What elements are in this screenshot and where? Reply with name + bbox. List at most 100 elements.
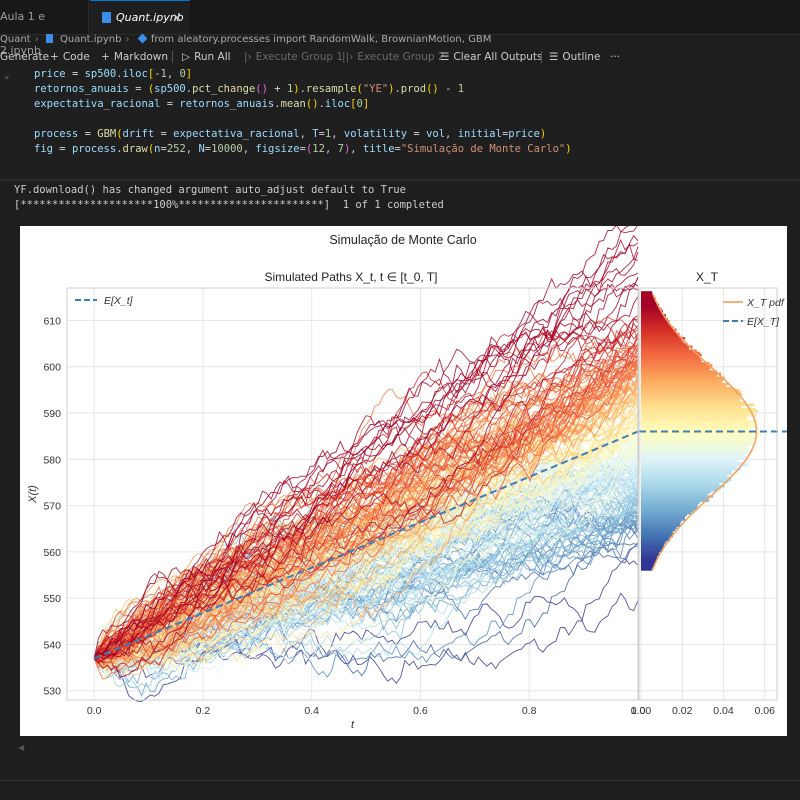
run-all-icon: ▷ [182,51,191,63]
histogram-bar [641,397,741,400]
figure-output[interactable]: Simulação de Monte Carlo Simulated Paths… [20,226,787,736]
histogram-bar [641,424,758,427]
tab-quant[interactable]: Quant.ipynb ✕ [90,0,190,34]
y-tick-label: 600 [43,362,61,374]
histogram-bar [641,318,668,321]
histogram-bar [641,295,655,298]
cell-divider [0,179,800,181]
histogram-bar [641,478,732,482]
collapse-chevron-icon[interactable]: ⌄ [4,71,9,81]
histogram-bar [641,299,656,302]
y-tick-label: 580 [43,454,61,466]
histogram-bar [641,495,714,498]
histogram-bar [641,512,692,515]
histogram-bar [641,347,689,350]
histogram-bar [641,362,710,365]
histogram-bar [641,410,759,413]
histogram-bar [641,557,657,561]
execute-group-1-button[interactable]: |› Execute Group 1 [244,47,343,67]
histogram-bar [641,385,727,388]
histogram-bar [641,339,682,342]
histogram-bar [641,372,722,375]
monte-carlo-figure: Simulação de Monte Carlo Simulated Paths… [27,226,787,731]
figure-suptitle: Simulação de Monte Carlo [329,233,476,247]
code-line: process = GBM(drift = expectativa_racion… [34,128,547,140]
close-icon[interactable]: ✕ [172,1,182,35]
run-all-button[interactable]: ▷ Run All [182,47,231,67]
generate-label: Generate [0,51,50,63]
breadcrumb-symbol[interactable]: from aleatory.processes import RandomWal… [151,34,491,45]
output-text-line: YF.download() has changed argument auto_… [14,184,406,196]
histogram-bar [641,420,758,423]
breadcrumb-file[interactable]: Quant.ipynb [60,34,122,45]
histogram-bar [641,441,755,444]
tab-aula[interactable]: Aula 1 e 2.ipynb [0,0,89,57]
histogram-bar [641,355,700,359]
simulated-paths [93,226,639,702]
legend-pdf-label: X_T pdf [746,297,785,309]
histogram-bar [641,312,662,315]
histogram-bar [641,491,711,494]
add-markdown-button[interactable]: + Markdown [101,47,168,67]
histogram-bar [641,405,742,409]
notebook-icon [102,12,111,23]
y-axis-label: X(t) [27,485,39,504]
histogram-bar [641,349,697,352]
add-code-button[interactable]: + Code [50,47,90,67]
more-actions-button[interactable]: ··· [610,47,620,67]
paths-panel-title: Simulated Paths X_t, t ∈ [t_0, T] [265,270,438,284]
generate-button[interactable]: Generate [0,47,49,67]
x-tick-label: 0.0 [87,705,102,717]
histogram-bar [641,566,654,569]
panel-divider [0,780,800,781]
execute-group-2-button[interactable]: ||› Execute Group 2 [342,47,445,67]
histogram-bar [641,368,710,371]
histogram-bar [641,564,655,567]
histogram-bar [641,537,670,540]
histogram-bar [641,326,674,330]
execute-group-icon: |› [244,51,252,63]
histogram-bar [641,305,660,309]
histogram-bar [641,314,666,317]
histogram-bar [641,453,745,457]
clear-all-outputs-button[interactable]: ☰ Clear All Outputs [440,47,543,67]
histogram-bar [641,447,748,450]
chevron-right-icon: › [125,34,130,45]
histogram-bar [641,380,722,384]
histogram-bar [641,370,718,373]
output-progress-line: [*********************100%**************… [14,199,444,211]
y-tick-label: 590 [43,408,61,420]
outline-icon: ☰ [549,51,559,63]
x-tick-label: 0.4 [304,705,319,717]
code-cell[interactable]: ⌄ price = sp500.iloc[-1, 0] retornos_anu… [0,67,800,179]
histogram-bar [641,524,682,527]
histogram-bar [641,466,738,469]
histogram-bar [641,345,693,348]
histogram-bar [641,360,702,363]
editor-tab-strip: Aula 1 e 2.ipynb Quant.ipynb ✕ [0,0,800,57]
histogram-bar [641,374,717,377]
histogram-bar [641,343,688,346]
histogram-bar [641,541,666,544]
histogram-bar [641,535,673,538]
histogram-bar [641,520,682,523]
histogram-bar [641,532,674,536]
histogram-bar [641,432,759,436]
histogram-bar [641,443,755,446]
run-all-label: Run All [194,51,231,63]
histogram-bar [641,324,672,327]
histogram-bar [641,460,738,463]
outline-button[interactable]: ☰ Outline [549,47,600,67]
density-x-tick-label: 0.02 [672,705,693,717]
histogram-bar [641,503,698,507]
histogram-bar [641,378,723,382]
histogram-bar [641,547,664,550]
histogram-bar [641,351,700,355]
histogram-bar [641,480,729,484]
histogram-bar [641,474,728,477]
plus-icon: + [50,51,59,63]
code-line: price = sp500.iloc[-1, 0] [34,68,193,80]
breadcrumb-root[interactable]: Quant [0,34,31,45]
scroll-left-icon[interactable]: ◀ [18,743,24,752]
histogram-bar [641,510,694,513]
